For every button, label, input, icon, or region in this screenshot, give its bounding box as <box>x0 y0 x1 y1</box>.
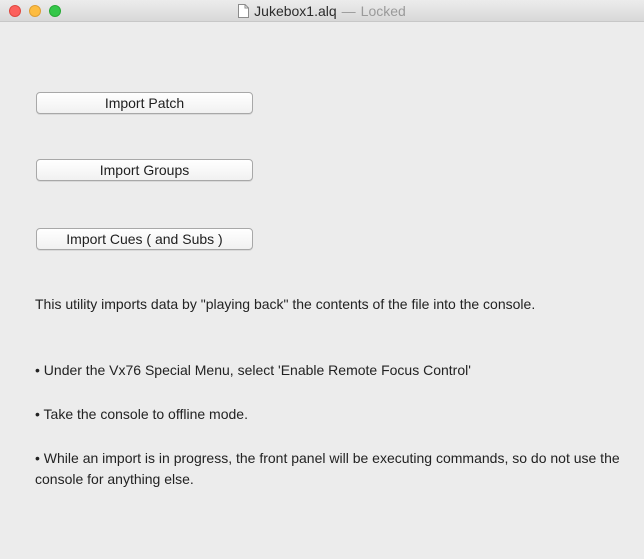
document-icon <box>238 4 250 18</box>
window-filename: Jukebox1.alq <box>254 3 337 19</box>
import-groups-button[interactable]: Import Groups <box>36 159 253 181</box>
title-bar[interactable]: Jukebox1.alq — Locked <box>0 0 644 22</box>
instruction-remote-focus: • Under the Vx76 Special Menu, select 'E… <box>35 362 471 378</box>
main-content: Import Patch Import Groups Import Cues (… <box>0 22 644 559</box>
app-window: Jukebox1.alq — Locked Import Patch Impor… <box>0 0 644 559</box>
import-patch-button[interactable]: Import Patch <box>36 92 253 114</box>
locked-status: Locked <box>360 3 406 19</box>
title-separator: — <box>341 3 356 19</box>
import-cues-button[interactable]: Import Cues ( and Subs ) <box>36 228 253 250</box>
window-title: Jukebox1.alq — Locked <box>0 0 644 22</box>
utility-description: This utility imports data by "playing ba… <box>35 296 536 312</box>
instruction-import-warning: • While an import is in progress, the fr… <box>35 450 620 487</box>
instruction-offline-mode: • Take the console to offline mode. <box>35 406 248 422</box>
